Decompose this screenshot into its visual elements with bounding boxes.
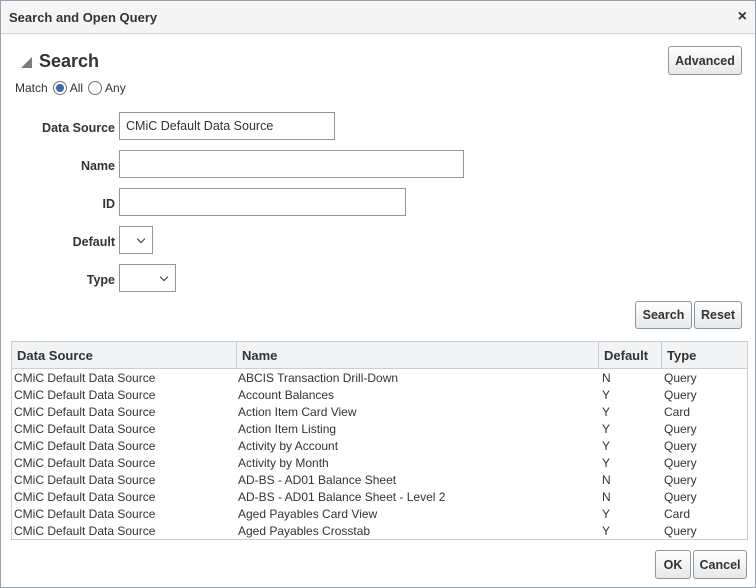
cell-name: Action Item Card View	[238, 405, 357, 419]
cell-name: AD-BS - AD01 Balance Sheet	[238, 473, 397, 487]
search-button[interactable]: Search	[635, 301, 692, 329]
data-source-label: Data Source	[42, 121, 115, 135]
reset-button-label: Reset	[700, 308, 736, 322]
dialog-title: Search and Open Query	[9, 10, 158, 25]
cell-data-source: CMiC Default Data Source	[14, 456, 156, 470]
id-field[interactable]	[119, 188, 406, 216]
cell-default: Y	[602, 507, 611, 521]
reset-button[interactable]: Reset	[694, 301, 742, 329]
cell-name: ABCIS Transaction Drill-Down	[238, 371, 399, 385]
cell-type: Card	[664, 507, 691, 521]
cell-type: Query	[664, 473, 697, 487]
cell-type: Query	[664, 439, 697, 453]
cell-default: Y	[602, 439, 611, 453]
search-section-title: Search	[39, 51, 100, 71]
table-row[interactable]: CMiC Default Data Source Activity by Mont…	[12, 455, 747, 472]
table-row[interactable]: CMiC Default Data Source Aged Payables Ca…	[12, 506, 747, 523]
cell-default: Y	[602, 524, 611, 538]
column-header-type[interactable]: Type	[662, 342, 747, 369]
cell-default: N	[602, 371, 611, 385]
cell-default: Y	[602, 456, 611, 470]
name-field[interactable]	[119, 150, 464, 178]
cell-default: N	[602, 490, 611, 504]
table-header: Data Source Name Default Type	[12, 342, 747, 369]
chevron-down-icon	[159, 272, 169, 282]
table-row[interactable]: CMiC Default Data Source AD-BS - AD01 Bal…	[12, 472, 747, 489]
search-section-header[interactable]: Search	[21, 51, 99, 72]
search-open-query-dialog: Search and Open Query × Search Advanced …	[0, 0, 756, 588]
dialog-titlebar: Search and Open Query ×	[1, 1, 755, 34]
dialog-body: Search Advanced Match All Any Data Sourc…	[1, 35, 755, 587]
cell-type: Query	[664, 456, 697, 470]
cell-default: N	[602, 473, 611, 487]
cell-type: Query	[664, 490, 697, 504]
cell-name: AD-BS - AD01 Balance Sheet - Level 2	[238, 490, 446, 504]
disclosure-triangle-icon[interactable]	[21, 56, 32, 68]
table-row[interactable]: CMiC Default Data Source AD-BS - AD01 Bal…	[12, 489, 747, 506]
name-label: Name	[80, 159, 115, 173]
default-label: Default	[72, 235, 115, 249]
id-label: ID	[102, 197, 116, 211]
cell-data-source: CMiC Default Data Source	[14, 422, 156, 436]
cell-name: Account Balances	[238, 388, 335, 402]
match-radio-group: Match All Any	[15, 81, 126, 95]
column-header-data-source[interactable]: Data Source	[12, 342, 237, 369]
cell-data-source: CMiC Default Data Source	[14, 405, 156, 419]
ok-button-label: OK	[663, 557, 683, 572]
cell-type: Card	[664, 405, 691, 419]
close-icon[interactable]: ×	[738, 6, 747, 28]
match-label: Match	[15, 81, 48, 95]
search-button-label: Search	[642, 308, 685, 322]
table-row[interactable]: CMiC Default Data Source Aged Payables Cr…	[12, 523, 747, 540]
cell-type: Query	[664, 524, 697, 538]
cell-name: Activity by Account	[238, 439, 339, 453]
cell-default: Y	[602, 405, 611, 419]
cell-data-source: CMiC Default Data Source	[14, 371, 156, 385]
cell-data-source: CMiC Default Data Source	[14, 507, 156, 521]
column-header-default[interactable]: Default	[599, 342, 662, 369]
cell-type: Query	[664, 422, 697, 436]
cell-name: Aged Payables Card View	[238, 507, 378, 521]
cell-name: Activity by Month	[238, 456, 329, 470]
table-row[interactable]: CMiC Default Data Source Account Balances…	[12, 387, 747, 404]
table-row[interactable]: CMiC Default Data Source Action Item Card…	[12, 404, 747, 421]
data-source-field[interactable]	[119, 112, 335, 140]
cancel-button-label: Cancel	[699, 557, 741, 572]
cell-default: Y	[602, 388, 611, 402]
cell-name: Action Item Listing	[238, 422, 337, 436]
cell-data-source: CMiC Default Data Source	[14, 473, 156, 487]
cell-type: Query	[664, 388, 697, 402]
type-select[interactable]	[119, 264, 176, 292]
match-all-label[interactable]: All	[70, 81, 83, 95]
table-row[interactable]: CMiC Default Data Source Action Item List…	[12, 421, 747, 438]
cell-data-source: CMiC Default Data Source	[14, 490, 156, 504]
cell-type: Query	[664, 371, 697, 385]
cell-data-source: CMiC Default Data Source	[14, 439, 156, 453]
advanced-button[interactable]: Advanced	[668, 46, 742, 75]
default-select[interactable]	[119, 226, 153, 254]
cell-data-source: CMiC Default Data Source	[14, 388, 156, 402]
match-any-label[interactable]: Any	[105, 81, 126, 95]
table-row[interactable]: CMiC Default Data Source ABCIS Transactio…	[12, 370, 747, 387]
cell-default: Y	[602, 422, 611, 436]
advanced-button-label: Advanced	[675, 53, 735, 68]
cell-name: Aged Payables Crosstab	[238, 524, 371, 538]
cancel-button[interactable]: Cancel	[693, 550, 747, 579]
query-results-table: Data Source Name Default Type CMiC Defau…	[11, 341, 748, 540]
type-label: Type	[86, 273, 115, 287]
match-all-radio[interactable]	[52, 81, 67, 95]
match-any-radio[interactable]	[88, 81, 103, 95]
ok-button[interactable]: OK	[655, 550, 691, 579]
table-row[interactable]: CMiC Default Data Source Activity by Acco…	[12, 438, 747, 455]
chevron-down-icon	[136, 234, 146, 244]
column-header-name[interactable]: Name	[237, 342, 599, 369]
cell-data-source: CMiC Default Data Source	[14, 524, 156, 538]
